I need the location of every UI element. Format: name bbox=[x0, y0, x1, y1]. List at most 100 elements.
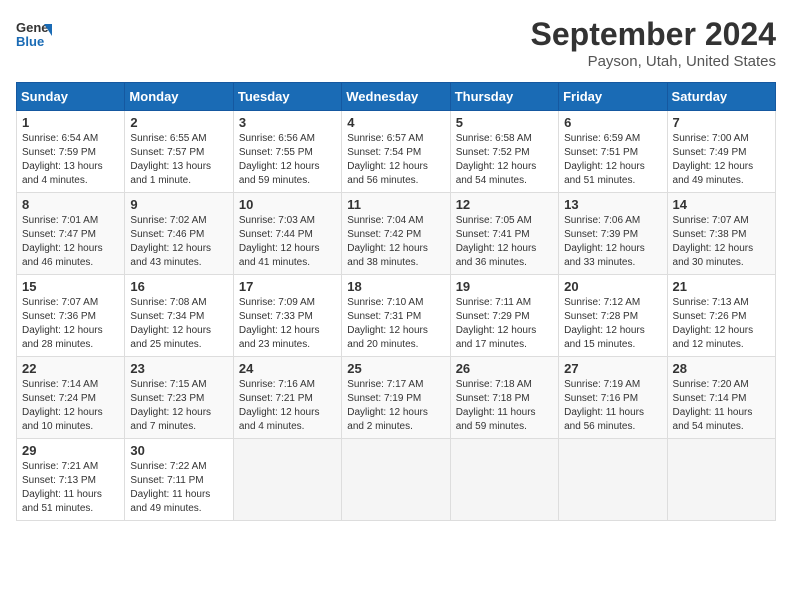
calendar-cell: 2Sunrise: 6:55 AM Sunset: 7:57 PM Daylig… bbox=[125, 111, 233, 193]
day-number: 25 bbox=[347, 361, 444, 376]
weekday-header-tuesday: Tuesday bbox=[233, 83, 341, 111]
day-number: 29 bbox=[22, 443, 119, 458]
day-info: Sunrise: 7:20 AM Sunset: 7:14 PM Dayligh… bbox=[673, 378, 770, 434]
calendar-week-4: 22 Sunrise: 7:14 AM Sunset: 7:24 PM Dayli… bbox=[17, 357, 776, 439]
calendar-cell: 5Sunrise: 6:58 AM Sunset: 7:52 PM Daylig… bbox=[450, 111, 558, 193]
calendar-cell: 21 Sunrise: 7:13 AM Sunset: 7:26 PM Dayli… bbox=[667, 275, 775, 357]
day-info: Sunrise: 7:09 AM Sunset: 7:33 PM Dayligh… bbox=[239, 296, 336, 352]
logo-icon: General Blue bbox=[16, 16, 52, 52]
day-number: 8 bbox=[22, 197, 119, 212]
day-info: Sunrise: 7:16 AM Sunset: 7:21 PM Dayligh… bbox=[239, 378, 336, 434]
day-number: 22 bbox=[22, 361, 119, 376]
svg-text:Blue: Blue bbox=[16, 34, 44, 49]
day-info: Sunrise: 7:05 AM Sunset: 7:41 PM Dayligh… bbox=[456, 214, 553, 270]
day-number: 30 bbox=[130, 443, 227, 458]
calendar-week-3: 15 Sunrise: 7:07 AM Sunset: 7:36 PM Dayli… bbox=[17, 275, 776, 357]
day-info: Sunrise: 7:07 AM Sunset: 7:36 PM Dayligh… bbox=[22, 296, 119, 352]
calendar-week-5: 29 Sunrise: 7:21 AM Sunset: 7:13 PM Dayli… bbox=[17, 439, 776, 521]
calendar-cell: 14 Sunrise: 7:07 AM Sunset: 7:38 PM Dayli… bbox=[667, 193, 775, 275]
day-number: 6 bbox=[564, 115, 661, 130]
day-number: 23 bbox=[130, 361, 227, 376]
day-info: Sunrise: 7:13 AM Sunset: 7:26 PM Dayligh… bbox=[673, 296, 770, 352]
day-number: 21 bbox=[673, 279, 770, 294]
day-info: Sunrise: 7:00 AM Sunset: 7:49 PM Dayligh… bbox=[673, 132, 770, 188]
day-number: 1 bbox=[22, 115, 119, 130]
day-number: 18 bbox=[347, 279, 444, 294]
calendar-cell: 23 Sunrise: 7:15 AM Sunset: 7:23 PM Dayli… bbox=[125, 357, 233, 439]
day-info: Sunrise: 7:21 AM Sunset: 7:13 PM Dayligh… bbox=[22, 460, 119, 516]
day-info: Sunrise: 7:14 AM Sunset: 7:24 PM Dayligh… bbox=[22, 378, 119, 434]
calendar-cell: 22 Sunrise: 7:14 AM Sunset: 7:24 PM Dayli… bbox=[17, 357, 125, 439]
day-info: Sunrise: 6:54 AM Sunset: 7:59 PM Dayligh… bbox=[22, 132, 119, 188]
calendar-cell: 25 Sunrise: 7:17 AM Sunset: 7:19 PM Dayli… bbox=[342, 357, 450, 439]
calendar-cell: 12Sunrise: 7:05 AM Sunset: 7:41 PM Dayli… bbox=[450, 193, 558, 275]
day-info: Sunrise: 7:18 AM Sunset: 7:18 PM Dayligh… bbox=[456, 378, 553, 434]
day-number: 24 bbox=[239, 361, 336, 376]
page-header: General Blue September 2024 Payson, Utah… bbox=[16, 16, 776, 70]
day-info: Sunrise: 7:02 AM Sunset: 7:46 PM Dayligh… bbox=[130, 214, 227, 270]
day-number: 28 bbox=[673, 361, 770, 376]
calendar-week-2: 8 Sunrise: 7:01 AM Sunset: 7:47 PM Daylig… bbox=[17, 193, 776, 275]
day-number: 16 bbox=[130, 279, 227, 294]
location: Payson, Utah, United States bbox=[531, 53, 776, 70]
day-number: 26 bbox=[456, 361, 553, 376]
day-info: Sunrise: 6:57 AM Sunset: 7:54 PM Dayligh… bbox=[347, 132, 444, 188]
day-info: Sunrise: 6:55 AM Sunset: 7:57 PM Dayligh… bbox=[130, 132, 227, 188]
calendar-cell: 10 Sunrise: 7:03 AM Sunset: 7:44 PM Dayli… bbox=[233, 193, 341, 275]
calendar-cell: 30Sunrise: 7:22 AM Sunset: 7:11 PM Dayli… bbox=[125, 439, 233, 521]
calendar-week-1: 1 Sunrise: 6:54 AM Sunset: 7:59 PM Daylig… bbox=[17, 111, 776, 193]
day-info: Sunrise: 7:12 AM Sunset: 7:28 PM Dayligh… bbox=[564, 296, 661, 352]
day-number: 11 bbox=[347, 197, 444, 212]
day-number: 17 bbox=[239, 279, 336, 294]
day-info: Sunrise: 7:03 AM Sunset: 7:44 PM Dayligh… bbox=[239, 214, 336, 270]
calendar-cell bbox=[342, 439, 450, 521]
logo: General Blue bbox=[16, 16, 52, 52]
day-info: Sunrise: 7:07 AM Sunset: 7:38 PM Dayligh… bbox=[673, 214, 770, 270]
day-number: 3 bbox=[239, 115, 336, 130]
day-number: 15 bbox=[22, 279, 119, 294]
calendar-cell: 17 Sunrise: 7:09 AM Sunset: 7:33 PM Dayli… bbox=[233, 275, 341, 357]
calendar-cell bbox=[450, 439, 558, 521]
day-info: Sunrise: 7:11 AM Sunset: 7:29 PM Dayligh… bbox=[456, 296, 553, 352]
weekday-header-row: SundayMondayTuesdayWednesdayThursdayFrid… bbox=[17, 83, 776, 111]
calendar-cell bbox=[559, 439, 667, 521]
calendar-cell bbox=[233, 439, 341, 521]
calendar-cell: 27Sunrise: 7:19 AM Sunset: 7:16 PM Dayli… bbox=[559, 357, 667, 439]
calendar-cell: 29 Sunrise: 7:21 AM Sunset: 7:13 PM Dayli… bbox=[17, 439, 125, 521]
day-number: 10 bbox=[239, 197, 336, 212]
weekday-header-friday: Friday bbox=[559, 83, 667, 111]
calendar-cell: 24 Sunrise: 7:16 AM Sunset: 7:21 PM Dayli… bbox=[233, 357, 341, 439]
day-number: 7 bbox=[673, 115, 770, 130]
calendar-table: SundayMondayTuesdayWednesdayThursdayFrid… bbox=[16, 82, 776, 521]
calendar-cell bbox=[667, 439, 775, 521]
calendar-cell: 20 Sunrise: 7:12 AM Sunset: 7:28 PM Dayli… bbox=[559, 275, 667, 357]
weekday-header-thursday: Thursday bbox=[450, 83, 558, 111]
day-info: Sunrise: 7:17 AM Sunset: 7:19 PM Dayligh… bbox=[347, 378, 444, 434]
day-number: 4 bbox=[347, 115, 444, 130]
calendar-cell: 28 Sunrise: 7:20 AM Sunset: 7:14 PM Dayli… bbox=[667, 357, 775, 439]
day-number: 27 bbox=[564, 361, 661, 376]
weekday-header-monday: Monday bbox=[125, 83, 233, 111]
day-number: 13 bbox=[564, 197, 661, 212]
day-info: Sunrise: 7:08 AM Sunset: 7:34 PM Dayligh… bbox=[130, 296, 227, 352]
calendar-cell: 16 Sunrise: 7:08 AM Sunset: 7:34 PM Dayli… bbox=[125, 275, 233, 357]
title-block: September 2024 Payson, Utah, United Stat… bbox=[531, 16, 776, 70]
day-info: Sunrise: 7:10 AM Sunset: 7:31 PM Dayligh… bbox=[347, 296, 444, 352]
day-number: 20 bbox=[564, 279, 661, 294]
calendar-cell: 4 Sunrise: 6:57 AM Sunset: 7:54 PM Daylig… bbox=[342, 111, 450, 193]
weekday-header-saturday: Saturday bbox=[667, 83, 775, 111]
calendar-cell: 9 Sunrise: 7:02 AM Sunset: 7:46 PM Daylig… bbox=[125, 193, 233, 275]
weekday-header-sunday: Sunday bbox=[17, 83, 125, 111]
calendar-cell: 19Sunrise: 7:11 AM Sunset: 7:29 PM Dayli… bbox=[450, 275, 558, 357]
calendar-cell: 7 Sunrise: 7:00 AM Sunset: 7:49 PM Daylig… bbox=[667, 111, 775, 193]
day-info: Sunrise: 6:58 AM Sunset: 7:52 PM Dayligh… bbox=[456, 132, 553, 188]
calendar-cell: 1 Sunrise: 6:54 AM Sunset: 7:59 PM Daylig… bbox=[17, 111, 125, 193]
calendar-cell: 8 Sunrise: 7:01 AM Sunset: 7:47 PM Daylig… bbox=[17, 193, 125, 275]
day-number: 9 bbox=[130, 197, 227, 212]
calendar-cell: 3Sunrise: 6:56 AM Sunset: 7:55 PM Daylig… bbox=[233, 111, 341, 193]
day-number: 14 bbox=[673, 197, 770, 212]
day-info: Sunrise: 7:01 AM Sunset: 7:47 PM Dayligh… bbox=[22, 214, 119, 270]
month-title: September 2024 bbox=[531, 16, 776, 53]
day-info: Sunrise: 7:15 AM Sunset: 7:23 PM Dayligh… bbox=[130, 378, 227, 434]
calendar-cell: 11Sunrise: 7:04 AM Sunset: 7:42 PM Dayli… bbox=[342, 193, 450, 275]
